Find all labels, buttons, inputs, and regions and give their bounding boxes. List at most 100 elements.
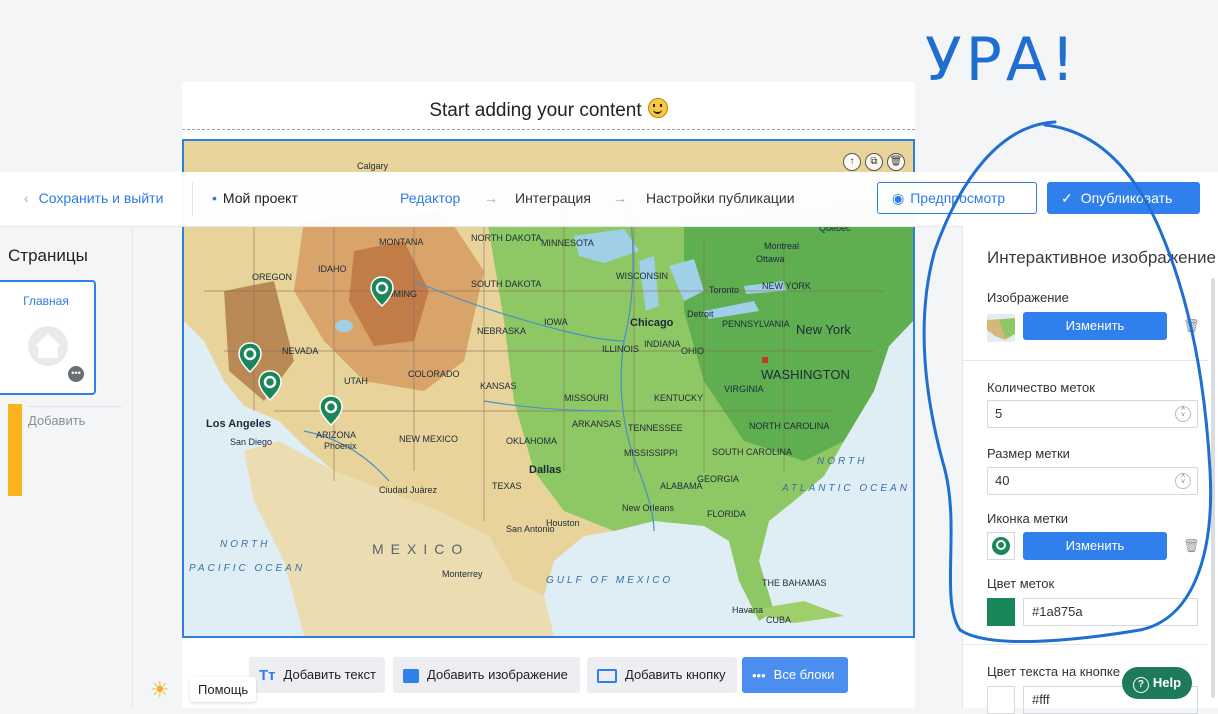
map-label-detroit: Detroit xyxy=(687,309,714,319)
button-icon xyxy=(597,668,617,683)
map-label-cuba: CUBA xyxy=(766,615,792,625)
map-label-wisconsin: WISCONSIN xyxy=(616,271,669,281)
delete-block-icon[interactable]: 🗑 xyxy=(887,153,905,171)
map-label-oregon: OREGON xyxy=(252,272,293,282)
map-label-utah: UTAH xyxy=(344,376,368,386)
card-divider xyxy=(182,129,915,130)
editor-topbar: ‹ Сохранить и выйти Мой проект Редактор →… xyxy=(0,172,1218,227)
add-button-button[interactable]: Добавить кнопку xyxy=(587,657,737,693)
more-options-icon[interactable]: ••• xyxy=(68,366,84,382)
map-marker-2[interactable] xyxy=(238,342,262,373)
move-up-icon[interactable]: ↑ xyxy=(843,153,861,171)
map-label-havana: Havana xyxy=(732,605,764,615)
smiley-icon xyxy=(647,98,668,118)
all-blocks-button[interactable]: ••• Все блоки xyxy=(742,657,848,693)
add-image-label: Добавить изображение xyxy=(427,667,568,682)
map-label-new-york-state: NEW YORK xyxy=(762,281,811,291)
change-image-button[interactable]: Изменить xyxy=(1023,312,1167,340)
marker-count-input[interactable]: 5 ˄ ˅ xyxy=(987,400,1198,428)
map-label-florida: FLORIDA xyxy=(707,509,747,519)
feedback-tab[interactable] xyxy=(8,404,22,496)
map-label-north-atlantic-2: ATLANTIC OCEAN xyxy=(782,483,910,494)
map-label-washington: WASHINGTON xyxy=(761,367,850,382)
marker-size-input[interactable]: 40 ˄ ˅ xyxy=(987,467,1198,495)
lightbulb-icon[interactable]: ☀ xyxy=(150,677,170,703)
add-button-label: Добавить кнопку xyxy=(625,667,726,682)
map-label-phoenix: Phoenix xyxy=(324,441,357,451)
add-image-button[interactable]: Добавить изображение xyxy=(393,657,580,693)
map-label-iowa: IOWA xyxy=(544,317,568,327)
publish-label: Опубликовать xyxy=(1080,190,1173,206)
map-label-illinois: ILLINOIS xyxy=(602,344,640,354)
page-card-home[interactable]: Главная ••• xyxy=(0,280,96,395)
preview-label: Предпросмотр xyxy=(910,190,1006,206)
step-integration[interactable]: Интеграция xyxy=(515,190,591,206)
button-text-color-swatch[interactable] xyxy=(987,686,1015,714)
save-exit-link[interactable]: ‹ Сохранить и выйти xyxy=(24,190,163,206)
map-label-mexico: MEXICO xyxy=(372,541,470,557)
properties-panel: Интерактивное изображение Изображение Из… xyxy=(962,226,1218,714)
stepper-icon[interactable]: ˄ ˅ xyxy=(1175,406,1191,422)
map-label-kentucky: KENTUCKY xyxy=(654,393,704,403)
add-text-label: Добавить текст xyxy=(283,667,376,682)
publish-button[interactable]: ✓ Опубликовать xyxy=(1047,182,1200,214)
panel-scrollbar[interactable] xyxy=(1211,278,1215,698)
marker-color-swatch[interactable] xyxy=(987,598,1015,626)
step-publish-settings[interactable]: Настройки публикации xyxy=(646,190,795,206)
left-separator xyxy=(26,406,122,407)
map-label-indiana: INDIANA xyxy=(644,339,681,349)
change-icon-button[interactable]: Изменить xyxy=(1023,532,1167,560)
map-marker-1[interactable] xyxy=(370,276,394,307)
duplicate-icon[interactable]: ⧉ xyxy=(865,153,883,171)
chevron-left-icon: ‹ xyxy=(24,190,29,206)
map-label-dallas: Dallas xyxy=(529,464,562,476)
left-panel-border xyxy=(132,226,133,708)
map-label-ottawa: Ottawa xyxy=(756,254,785,264)
map-label-minnesota: MINNESOTA xyxy=(541,238,594,248)
step-editor[interactable]: Редактор xyxy=(400,190,460,206)
check-icon: ✓ xyxy=(1061,190,1073,206)
image-label: Изображение xyxy=(987,290,1069,305)
handwritten-ura-text: УРА! xyxy=(925,25,1079,95)
map-label-north-pacific-2: PACIFIC OCEAN xyxy=(189,563,306,574)
preview-button[interactable]: ◉ Предпросмотр xyxy=(877,182,1037,214)
all-blocks-label: Все блоки xyxy=(773,667,835,682)
map-label-los-angeles: Los Angeles xyxy=(206,418,271,430)
map-marker-4[interactable] xyxy=(319,395,343,426)
topbar-divider xyxy=(192,182,193,216)
add-text-button[interactable]: Tт Добавить текст xyxy=(249,657,385,693)
map-label-kansas: KANSAS xyxy=(480,381,517,391)
map-label-toronto: Toronto xyxy=(709,285,740,295)
canvas-title-text: Start adding your content xyxy=(429,100,642,121)
step-arrow-2: → xyxy=(613,190,627,206)
map-label-ciudad-juarez: Ciudad Juárez xyxy=(379,485,438,495)
image-thumbnail xyxy=(987,314,1015,342)
map-label-nevada: NEVADA xyxy=(282,346,319,356)
marker-color-input[interactable]: #1a875a xyxy=(1023,598,1198,626)
map-label-new-york: New York xyxy=(796,322,851,337)
dots-icon: ••• xyxy=(752,667,766,683)
map-label-mississippi: MISSISSIPPI xyxy=(624,448,678,458)
map-label-arkansas: ARKANSAS xyxy=(572,419,622,429)
map-label-nebraska: NEBRASKA xyxy=(477,326,527,336)
save-exit-label: Сохранить и выйти xyxy=(38,190,164,206)
help-button-label: Help xyxy=(1152,675,1182,690)
help-button[interactable]: ? Help xyxy=(1122,667,1192,699)
text-icon: Tт xyxy=(259,666,276,684)
canvas-title: Start adding your content xyxy=(182,98,915,122)
stepper-icon[interactable]: ˄ ˅ xyxy=(1175,473,1191,489)
map-label-oklahoma: OKLAHOMA xyxy=(506,436,558,446)
marker-icon-preview xyxy=(987,532,1015,560)
delete-image-icon[interactable]: 🗑 xyxy=(1183,318,1200,334)
home-icon xyxy=(28,326,68,366)
map-tools: ↑ ⧉ 🗑 xyxy=(843,153,905,171)
map-label-virginia: VIRGINIA xyxy=(724,384,764,394)
question-icon: ? xyxy=(1132,677,1149,693)
delete-icon-icon[interactable]: 🗑 xyxy=(1183,538,1200,554)
map-label-north-pacific-1: NORTH xyxy=(220,539,271,550)
map-marker-3[interactable] xyxy=(258,370,282,401)
add-page-button[interactable]: Добавить xyxy=(28,413,85,428)
panel-separator xyxy=(963,644,1208,645)
help-hint[interactable]: Помощь xyxy=(190,677,257,702)
map-label-montreal: Montreal xyxy=(764,241,800,251)
